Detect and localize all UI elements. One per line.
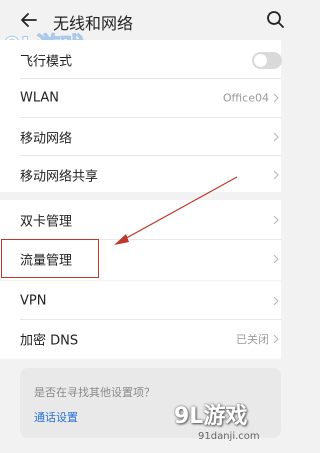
watermark-logo-text: 9L游戏: [174, 404, 248, 429]
row-label: 加密 DNS: [20, 333, 79, 349]
row-label: 飞行模式: [20, 54, 73, 70]
row-label: 移动网络共享: [20, 169, 99, 185]
chevron-right-icon: [273, 334, 279, 344]
settings-group-3: VPN 加密 DNS 已关闭: [0, 281, 281, 359]
chevron-right-icon: [273, 93, 279, 103]
watermark-logo-bottom: 9L游戏 91danji.com: [168, 398, 281, 453]
chevron-right-icon: [273, 215, 279, 225]
chevron-right-icon: [273, 254, 279, 264]
row-label: 移动网络: [20, 131, 73, 147]
row-label: VPN: [20, 293, 47, 309]
call-settings-link[interactable]: 通话设置: [34, 409, 78, 425]
watermark-domain: 91danji.com: [198, 431, 260, 442]
row-mobile-hotspot[interactable]: 移动网络共享: [0, 155, 281, 195]
row-dual-sim[interactable]: 双卡管理: [0, 200, 281, 240]
row-airplane-mode[interactable]: 飞行模式: [0, 40, 281, 80]
search-icon[interactable]: [266, 10, 286, 30]
annotation-highlight-box: [1, 239, 99, 278]
row-wlan[interactable]: WLAN Office04: [0, 78, 281, 118]
airplane-mode-toggle[interactable]: [252, 52, 282, 69]
chevron-right-icon: [273, 170, 279, 180]
toggle-knob: [254, 54, 267, 67]
row-mobile-network[interactable]: 移动网络: [0, 117, 281, 157]
chevron-right-icon: [273, 296, 279, 306]
settings-group-1: 飞行模式 WLAN Office04 移动网络 移动网络共享: [0, 40, 281, 192]
suggestion-question: 是否在寻找其他设置项？: [34, 386, 155, 399]
chevron-right-icon: [273, 132, 279, 142]
row-vpn[interactable]: VPN: [0, 281, 281, 321]
wlan-network-name: Office04: [222, 91, 269, 105]
row-label: WLAN: [20, 90, 60, 106]
row-private-dns[interactable]: 加密 DNS 已关闭: [0, 319, 281, 359]
row-label: 双卡管理: [20, 214, 73, 230]
dns-status: 已关闭: [236, 333, 269, 346]
